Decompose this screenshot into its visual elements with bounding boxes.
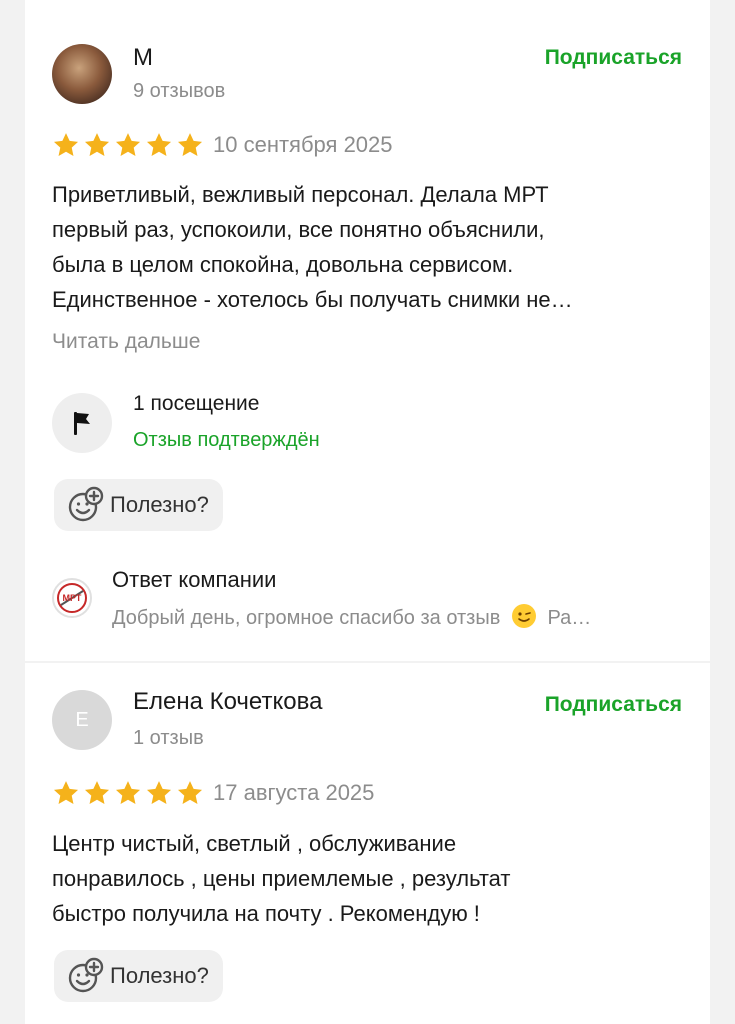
author-name[interactable]: Елена Кочеткова: [133, 688, 322, 716]
review-date: 17 августа 2025: [213, 780, 375, 805]
company-logo-graphic: МРТ: [57, 583, 87, 613]
company-reply-preview[interactable]: Добрый день, огромное спасибо за отзыв Р…: [112, 604, 591, 630]
author-name[interactable]: М: [133, 44, 153, 72]
rating-stars: [52, 131, 204, 159]
review-text: Приветливый, вежливый персонал. Делала М…: [52, 177, 692, 317]
review-text-line: была в целом спокойна, довольна сервисом…: [52, 252, 514, 277]
avatar[interactable]: Е: [52, 690, 112, 750]
star-icon: [115, 781, 141, 804]
smiley-plus-icon: [68, 957, 104, 993]
review-text-line: Единственное - хотелось бы получать сним…: [52, 287, 573, 312]
star-icon: [146, 133, 172, 156]
star-icon: [84, 133, 110, 156]
avatar[interactable]: [52, 44, 112, 104]
review-text-line: Центр чистый, светлый , обслуживание: [52, 831, 457, 856]
wink-emoji-icon: [511, 604, 536, 628]
star-icon: [84, 781, 110, 804]
review-card: М 9 отзывов Подписаться 10 сентября 2025…: [25, 0, 710, 661]
useful-button[interactable]: Полезно?: [54, 479, 223, 531]
star-icon: [53, 133, 79, 156]
review-text-line: Приветливый, вежливый персонал. Делала М…: [52, 182, 549, 207]
star-icon: [177, 133, 203, 156]
star-icon: [146, 781, 172, 804]
star-icon: [53, 781, 79, 804]
review-text: Центр чистый, светлый , обслуживание пон…: [52, 826, 692, 931]
review-text-line: быстро получила на почту . Рекомендую !: [52, 901, 480, 926]
subscribe-button[interactable]: Подписаться: [545, 46, 682, 70]
review-date: 10 сентября 2025: [213, 132, 393, 157]
visit-badge: [52, 393, 112, 453]
star-icon: [115, 133, 141, 156]
review-text-line: понравилось , цены приемлемые , результа…: [52, 866, 511, 891]
star-icon: [177, 781, 203, 804]
useful-button[interactable]: Полезно?: [54, 950, 223, 1002]
visit-count: 1 посещение: [133, 392, 260, 415]
verified-label: Отзыв подтверждён: [133, 429, 320, 451]
company-logo-icon: МРТ: [52, 578, 92, 618]
subscribe-button[interactable]: Подписаться: [545, 693, 682, 717]
company-reply-title[interactable]: Ответ компании: [112, 567, 276, 593]
read-more-link[interactable]: Читать дальше: [52, 330, 200, 354]
company-logo-text: МРТ: [63, 593, 82, 603]
useful-label: Полезно?: [110, 492, 209, 517]
rating-stars: [52, 779, 204, 807]
review-card: Е Елена Кочеткова 1 отзыв Подписаться 17…: [25, 663, 710, 1024]
useful-label: Полезно?: [110, 963, 209, 988]
author-review-count: 1 отзыв: [133, 727, 204, 749]
reply-preview-text: Добрый день, огромное спасибо за отзыв: [112, 607, 501, 629]
author-review-count: 9 отзывов: [133, 80, 226, 102]
smiley-plus-icon: [68, 486, 104, 522]
flag-icon: [74, 412, 90, 435]
reply-preview-tail: Ра…: [547, 607, 592, 629]
review-text-line: первый раз, успокоили, все понятно объяс…: [52, 217, 545, 242]
